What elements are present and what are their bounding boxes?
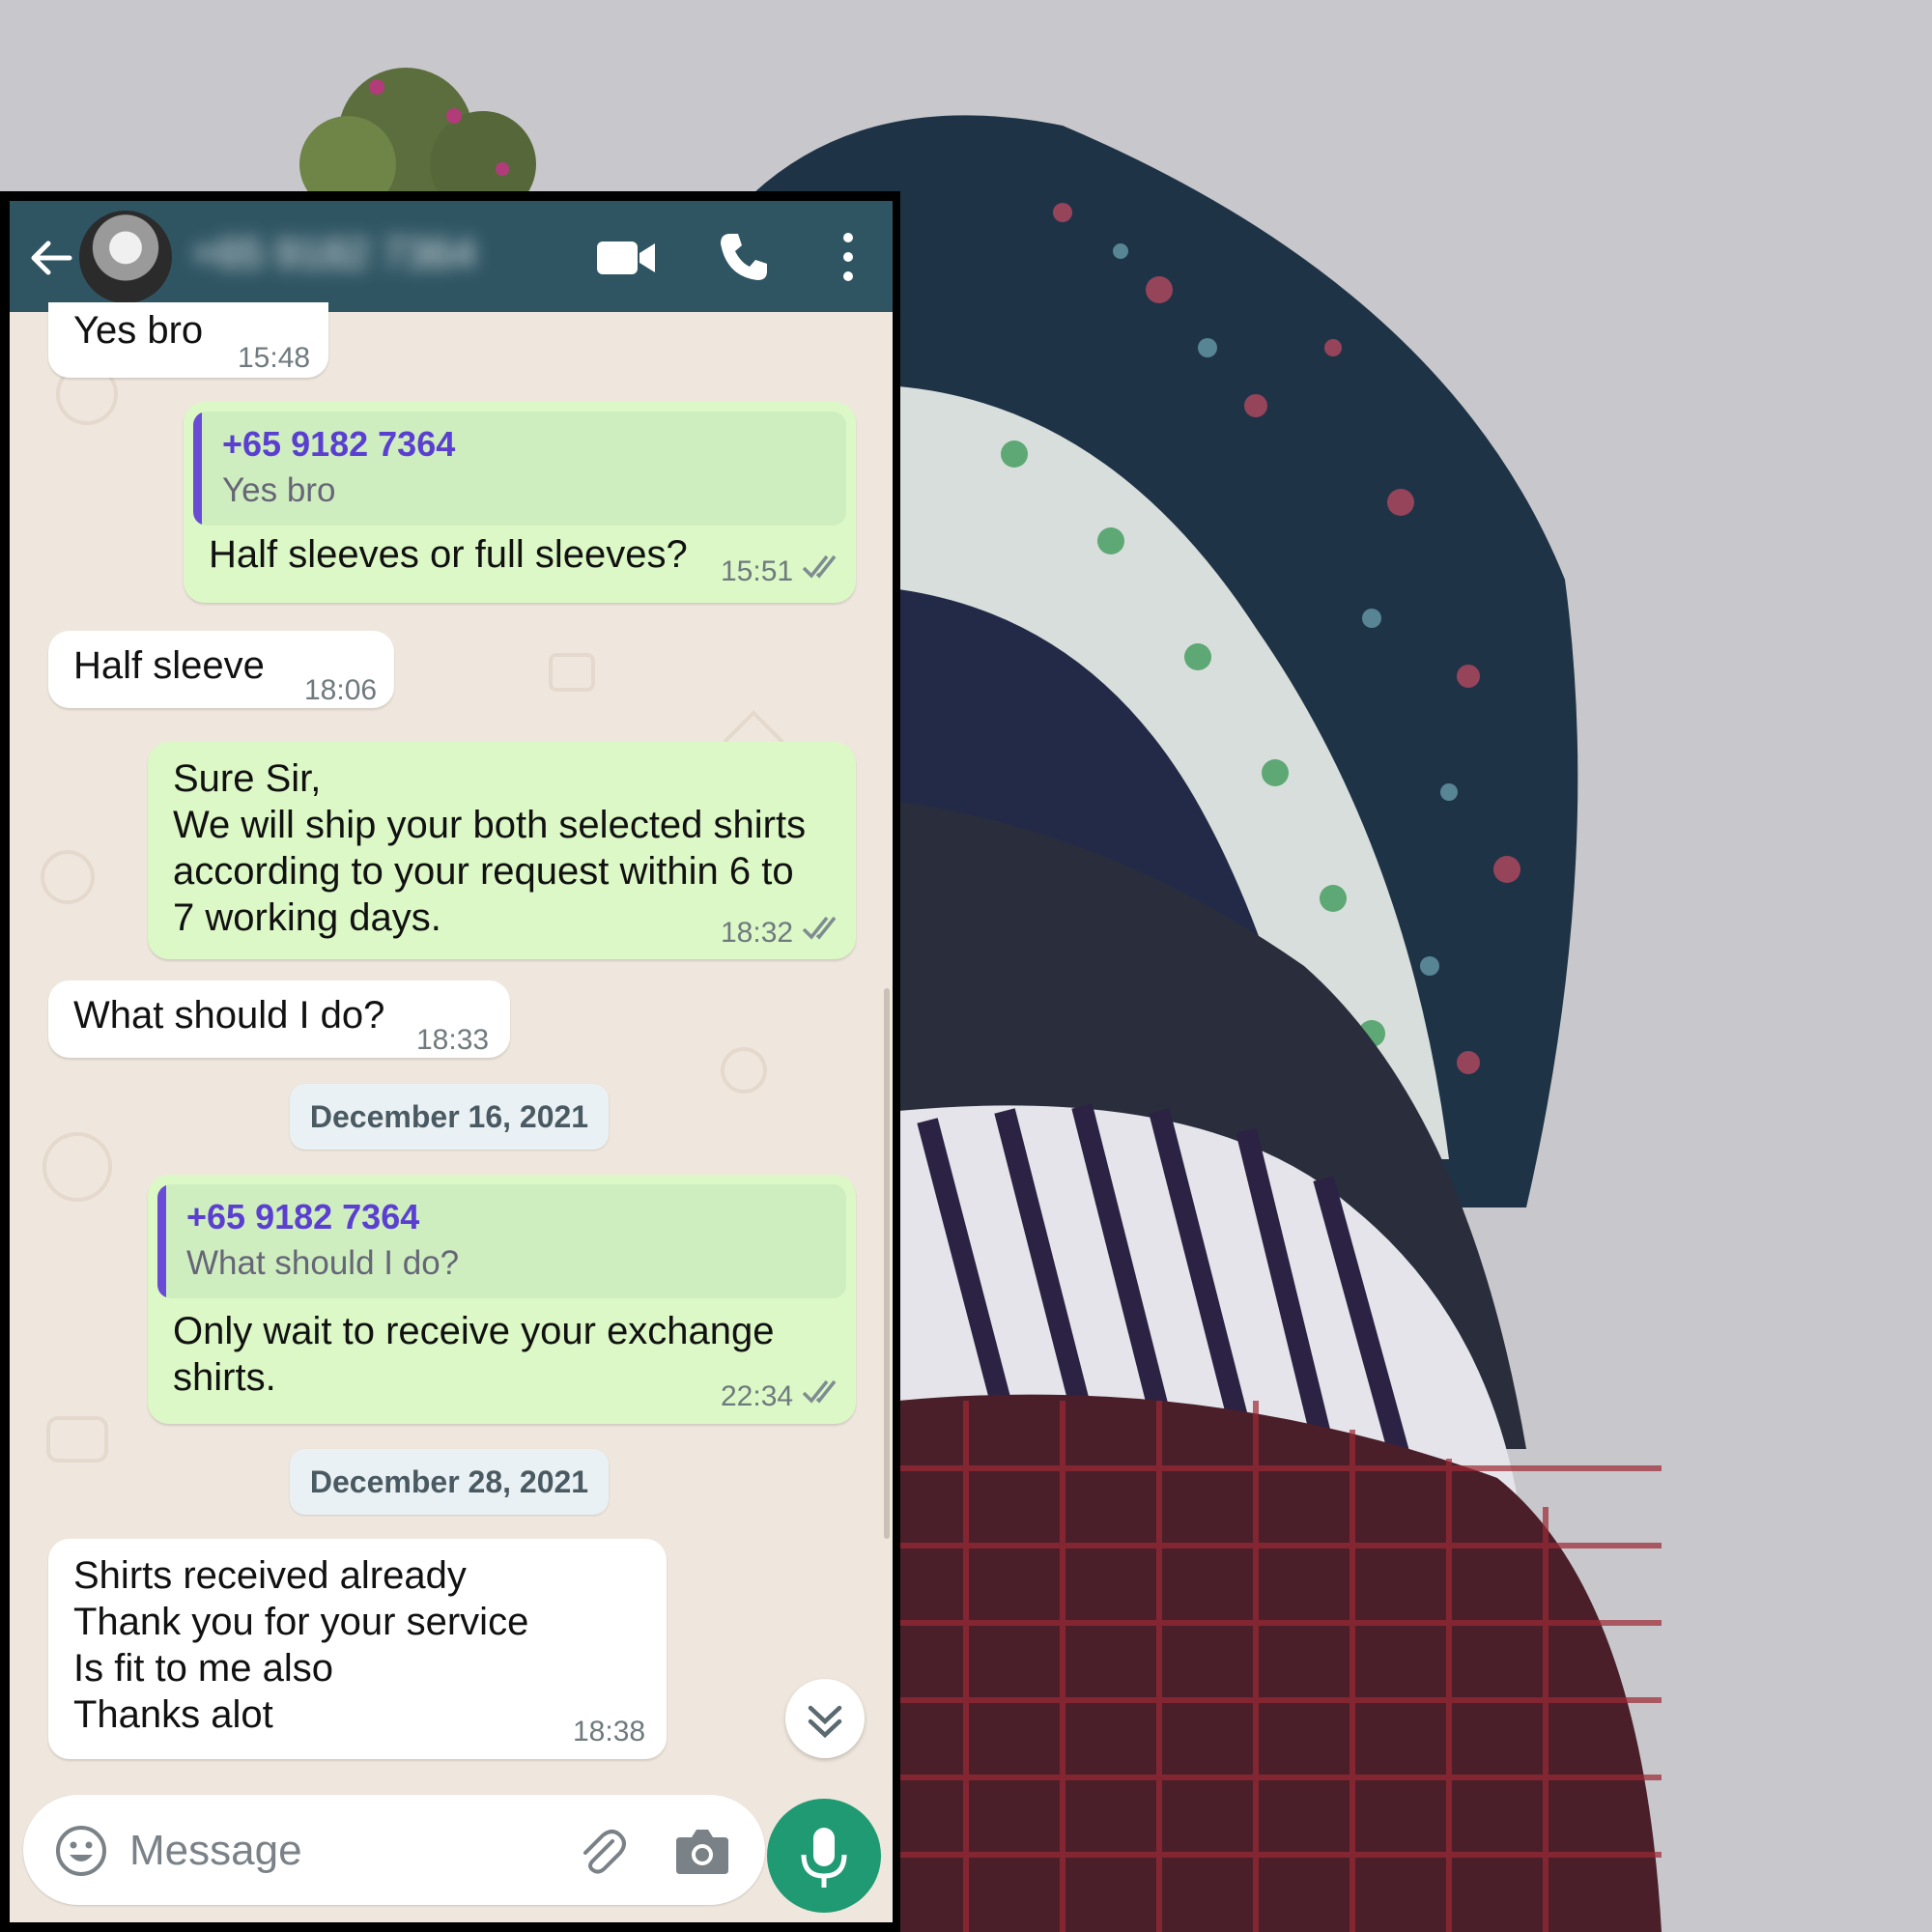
message-text: Shirts received already Thank you for yo…: [73, 1554, 529, 1736]
camera-icon[interactable]: [674, 1826, 730, 1876]
message-text: Yes bro: [73, 309, 204, 352]
message-text: Sure Sir, We will ship your both selecte…: [173, 757, 807, 939]
message-outgoing[interactable]: +65 9182 7364 What should I do? Only wai…: [148, 1175, 856, 1424]
date-separator: December 16, 2021: [290, 1084, 609, 1150]
message-incoming[interactable]: Half sleeve 18:06: [48, 631, 394, 708]
chat-header: +65 9182 7364: [10, 201, 893, 312]
message-time: 15:48: [238, 342, 311, 374]
voice-record-button[interactable]: [767, 1799, 881, 1913]
message-text: Half sleeve: [73, 644, 265, 687]
quoted-message[interactable]: +65 9182 7364 What should I do?: [157, 1184, 846, 1298]
message-text: What should I do?: [73, 994, 385, 1037]
message-time: 18:32: [721, 917, 794, 949]
contact-avatar[interactable]: [79, 211, 172, 303]
message-text: Only wait to receive your exchange shirt…: [173, 1310, 775, 1399]
phone-icon[interactable]: [717, 230, 771, 284]
scroll-to-bottom-button[interactable]: [785, 1679, 865, 1758]
emoji-icon[interactable]: [54, 1824, 108, 1878]
chat-screen: +65 9182 7364 Yes bro 15:48 +65 9182 736…: [10, 201, 893, 1922]
quoted-message[interactable]: +65 9182 7364 Yes bro: [193, 412, 846, 526]
message-incoming[interactable]: Yes bro 15:48: [48, 302, 328, 378]
double-chevron-down-icon: [808, 1705, 842, 1739]
microphone-icon: [801, 1828, 847, 1888]
quote-sender: +65 9182 7364: [186, 1197, 420, 1236]
video-camera-icon[interactable]: [595, 236, 657, 280]
message-time: 18:38: [573, 1716, 646, 1747]
scrollbar[interactable]: [884, 988, 890, 1539]
quote-accent-bar: [193, 412, 202, 526]
message-time: 18:33: [416, 1024, 490, 1056]
quote-text: What should I do?: [186, 1244, 460, 1282]
contact-name[interactable]: +65 9182 7364: [191, 230, 500, 278]
double-check-icon: [802, 554, 837, 579]
back-arrow-icon[interactable]: [27, 234, 75, 282]
quote-text: Yes bro: [222, 471, 336, 509]
quote-sender: +65 9182 7364: [222, 424, 456, 464]
message-time: 15:51: [721, 555, 794, 587]
message-text: Half sleeves or full sleeves?: [209, 533, 688, 576]
message-composer: [23, 1795, 765, 1905]
phone-frame: +65 9182 7364 Yes bro 15:48 +65 9182 736…: [0, 191, 900, 1932]
quote-accent-bar: [157, 1184, 166, 1298]
double-check-icon: [802, 916, 837, 940]
message-input[interactable]: [128, 1822, 450, 1880]
message-outgoing[interactable]: Sure Sir, We will ship your both selecte…: [148, 742, 856, 959]
date-separator: December 28, 2021: [290, 1449, 609, 1515]
double-check-icon: [802, 1379, 837, 1404]
message-time: 22:34: [721, 1380, 794, 1412]
message-incoming[interactable]: What should I do? 18:33: [48, 980, 510, 1058]
message-incoming[interactable]: Shirts received already Thank you for yo…: [48, 1539, 667, 1759]
message-outgoing[interactable]: +65 9182 7364 Yes bro Half sleeves or fu…: [184, 402, 856, 603]
message-time: 18:06: [304, 674, 378, 706]
paperclip-icon[interactable]: [574, 1824, 628, 1878]
more-vertical-icon[interactable]: [837, 230, 860, 284]
